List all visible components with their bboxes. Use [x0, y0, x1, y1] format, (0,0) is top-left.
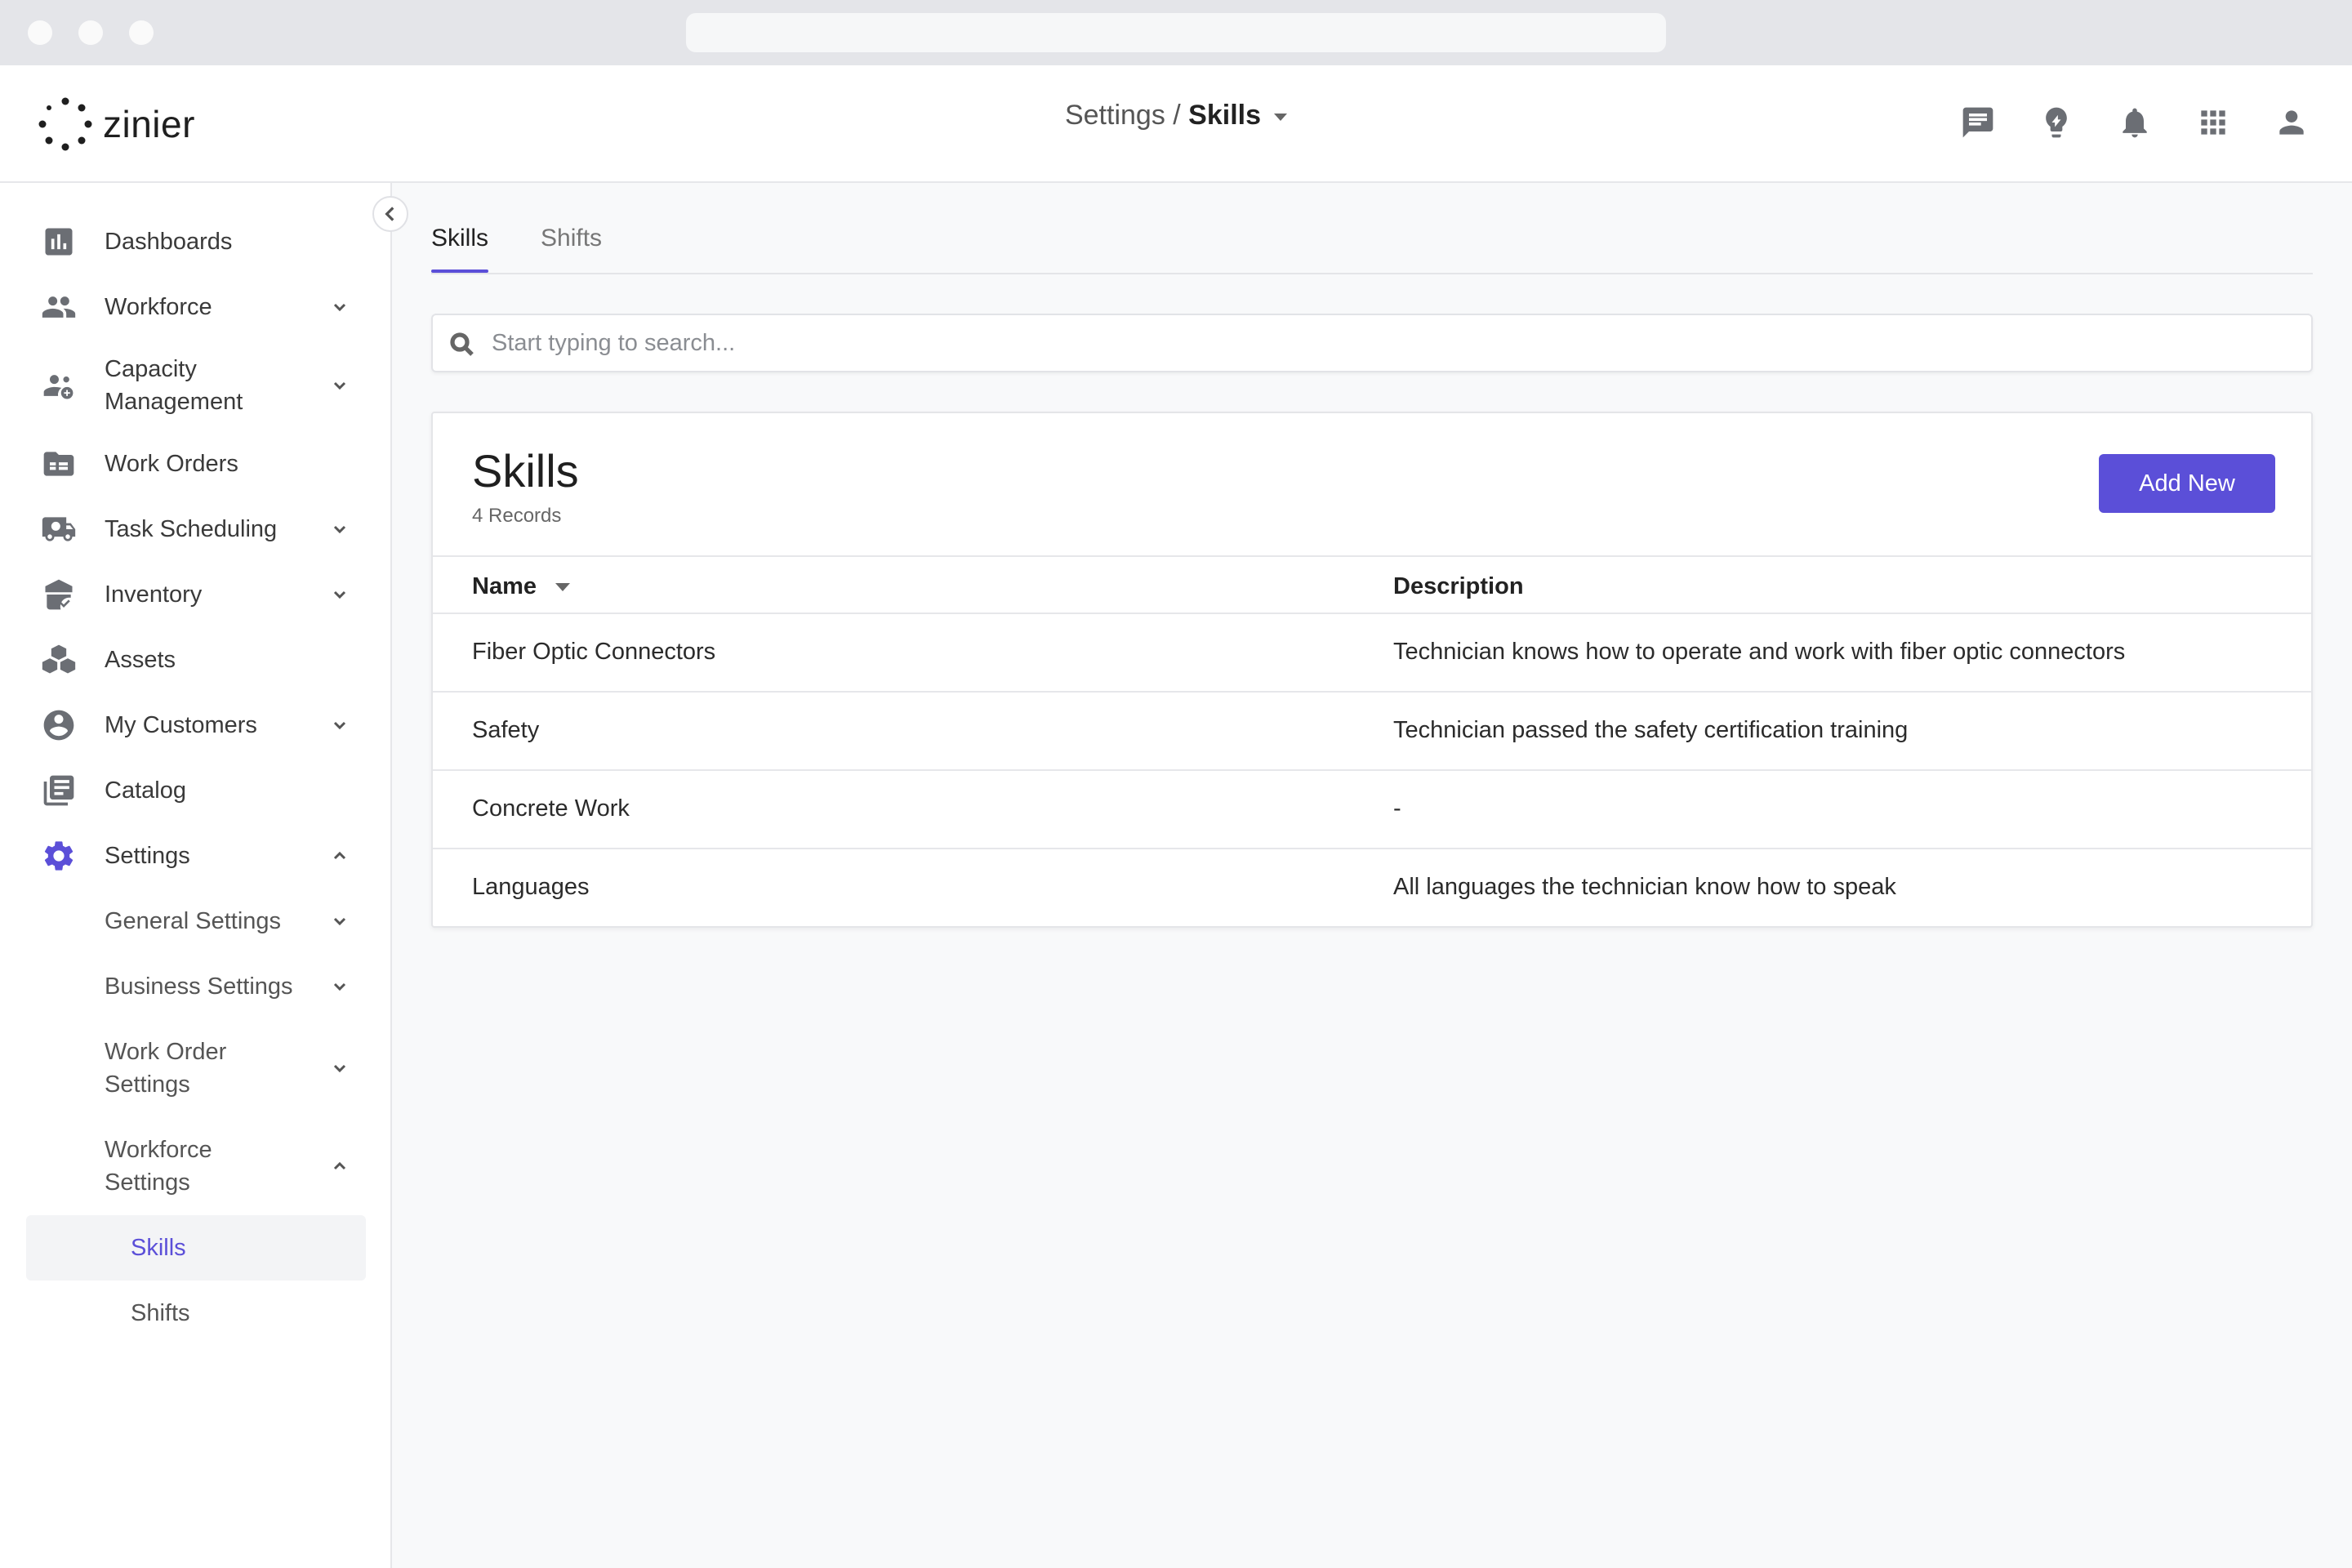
- column-header-description[interactable]: Description: [1393, 570, 1524, 603]
- cell-description: Technician passed the safety certificati…: [1393, 717, 1909, 743]
- book-icon: [41, 773, 77, 808]
- chevron-up-icon[interactable]: [330, 846, 350, 866]
- sidebar-item-workforce[interactable]: Workforce: [0, 289, 392, 325]
- sidebar-item-catalog[interactable]: Catalog: [0, 773, 392, 808]
- breadcrumb-parent[interactable]: Settings: [1065, 100, 1165, 131]
- apps-grid-icon[interactable]: [2194, 103, 2233, 142]
- sidebar-item-assets[interactable]: Assets: [0, 642, 392, 678]
- sidebar-item-label: Settings: [105, 843, 190, 869]
- sidebar-item-label: Business Settings: [105, 973, 293, 1000]
- sidebar-item-label: Workforce: [105, 294, 212, 320]
- cell-name: Languages: [472, 874, 590, 900]
- sidebar-item-settings[interactable]: Settings: [0, 838, 392, 874]
- user-icon[interactable]: [2272, 103, 2311, 142]
- active-tab-indicator: [431, 270, 488, 273]
- cubes-icon: [41, 642, 77, 678]
- sidebar-item-dashboards[interactable]: Dashboards: [0, 224, 392, 260]
- skills-card: Skills 4 Records Add New Name Descriptio…: [431, 412, 2313, 928]
- sidebar-subitem-shifts[interactable]: Shifts: [0, 1295, 392, 1331]
- chevron-down-icon[interactable]: [330, 1058, 350, 1078]
- sidebar-item-label: Shifts: [131, 1300, 190, 1326]
- chevron-left-icon: [385, 207, 394, 221]
- sidebar-item-label-line2: Management: [105, 389, 243, 415]
- truck-icon: [41, 511, 77, 547]
- collapse-sidebar-button[interactable]: [372, 196, 408, 232]
- column-header-name[interactable]: Name: [472, 570, 537, 603]
- sidebar-item-label: Catalog: [105, 777, 186, 804]
- sidebar-subitem-skills[interactable]: Skills: [0, 1230, 392, 1266]
- search-bar[interactable]: [431, 314, 2313, 372]
- search-icon: [448, 330, 477, 359]
- card-title: Skills: [472, 445, 579, 497]
- sidebar-subitem-business-settings[interactable]: Business Settings: [0, 969, 392, 1004]
- record-count: 4 Records: [472, 505, 562, 527]
- sidebar-item-label: Assets: [105, 647, 176, 673]
- chevron-up-icon[interactable]: [330, 1156, 350, 1176]
- work-order-icon: [41, 446, 77, 482]
- page-breadcrumb[interactable]: Settings / Skills: [0, 100, 2352, 131]
- cell-name: Concrete Work: [472, 795, 630, 822]
- lightbulb-icon[interactable]: [2037, 103, 2076, 142]
- table-row[interactable]: Concrete Work -: [433, 771, 2311, 849]
- sidebar-item-label: Dashboards: [105, 229, 233, 255]
- table-header: Name Description: [433, 555, 2311, 614]
- search-input[interactable]: [490, 325, 2287, 361]
- chevron-down-icon[interactable]: [330, 585, 350, 604]
- add-new-button[interactable]: Add New: [2099, 454, 2275, 513]
- cell-name: Safety: [472, 717, 540, 743]
- chevron-down-icon[interactable]: [330, 519, 350, 539]
- sidebar-subitem-general-settings[interactable]: General Settings: [0, 903, 392, 939]
- caret-down-icon[interactable]: [1274, 113, 1288, 121]
- sort-desc-icon[interactable]: [555, 583, 570, 591]
- window-maximize-dot[interactable]: [129, 20, 154, 45]
- sidebar-item-label: Task Scheduling: [105, 516, 278, 542]
- table-row[interactable]: Fiber Optic Connectors Technician knows …: [433, 614, 2311, 693]
- sidebar-item-label-line1: Work Order: [105, 1039, 227, 1065]
- bell-icon[interactable]: [2115, 103, 2154, 142]
- sidebar-item-label-line2: Settings: [105, 1169, 190, 1196]
- gear-icon: [41, 838, 77, 874]
- cell-description: -: [1393, 795, 1401, 822]
- chevron-down-icon[interactable]: [330, 376, 350, 395]
- sidebar-item-my-customers[interactable]: My Customers: [0, 707, 392, 743]
- sidebar-item-work-orders[interactable]: Work Orders: [0, 446, 392, 482]
- chevron-down-icon[interactable]: [330, 911, 350, 931]
- inventory-icon: [41, 577, 77, 612]
- sidebar-item-task-scheduling[interactable]: Task Scheduling: [0, 511, 392, 547]
- sidebar-subitem-work-order-settings[interactable]: Work Order Settings: [0, 1034, 392, 1102]
- chevron-down-icon[interactable]: [330, 297, 350, 317]
- sidebar-item-label-line1: Workforce: [105, 1137, 212, 1163]
- table-row[interactable]: Languages All languages the technician k…: [433, 849, 2311, 928]
- sidebar-item-label-line2: Settings: [105, 1071, 190, 1098]
- sidebar-item-label: General Settings: [105, 908, 282, 934]
- sidebar-item-inventory[interactable]: Inventory: [0, 577, 392, 612]
- window-close-dot[interactable]: [28, 20, 52, 45]
- sidebar-item-capacity-management[interactable]: Capacity Management: [0, 351, 392, 420]
- chevron-down-icon[interactable]: [330, 715, 350, 735]
- table-row[interactable]: Safety Technician passed the safety cert…: [433, 693, 2311, 771]
- cell-description: All languages the technician know how to…: [1393, 874, 1896, 900]
- sidebar-item-label: Work Orders: [105, 451, 238, 477]
- account-circle-icon: [41, 707, 77, 743]
- breadcrumb-separator: /: [1165, 100, 1189, 131]
- sidebar-subitem-workforce-settings[interactable]: Workforce Settings: [0, 1132, 392, 1200]
- tabs-divider: [431, 273, 2313, 274]
- bar-chart-icon: [41, 224, 77, 260]
- chat-icon[interactable]: [1958, 103, 1998, 142]
- cell-description: Technician knows how to operate and work…: [1393, 639, 2126, 665]
- capacity-icon: [41, 368, 77, 403]
- address-bar[interactable]: [686, 13, 1666, 52]
- chevron-down-icon[interactable]: [330, 977, 350, 996]
- window-minimize-dot[interactable]: [78, 20, 103, 45]
- tab-skills[interactable]: Skills: [431, 222, 488, 255]
- browser-chrome: [0, 0, 2352, 65]
- sidebar-item-label: Skills: [131, 1235, 186, 1261]
- tab-shifts[interactable]: Shifts: [541, 222, 602, 255]
- people-icon: [41, 289, 77, 325]
- cell-name: Fiber Optic Connectors: [472, 639, 716, 665]
- breadcrumb-current: Skills: [1188, 100, 1262, 131]
- sidebar-item-label: Inventory: [105, 581, 203, 608]
- sidebar-item-label-line1: Capacity: [105, 356, 197, 382]
- sidebar-item-label: My Customers: [105, 712, 257, 738]
